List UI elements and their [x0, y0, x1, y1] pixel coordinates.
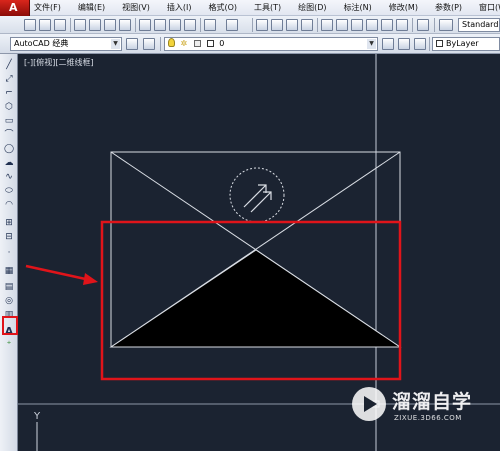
selection-circle	[229, 167, 285, 223]
watermark-url: ZIXUE.3D66.COM	[394, 414, 462, 422]
arrow-line-2	[250, 191, 272, 213]
red-pointer-arrow-line	[25, 264, 91, 282]
watermark-title: 溜溜自学	[392, 391, 473, 413]
hatch-fill-triangle	[109, 249, 402, 348]
viewport-controls-label[interactable]: [-][俯视][二维线框]	[24, 57, 94, 68]
watermark: 溜溜自学 ZIXUE.3D66.COM	[348, 385, 474, 429]
arrow-line-1	[243, 184, 267, 208]
ucs-y-label: Y	[34, 411, 41, 422]
watermark-play-icon	[352, 387, 386, 421]
red-pointer-arrow-head	[83, 273, 98, 285]
